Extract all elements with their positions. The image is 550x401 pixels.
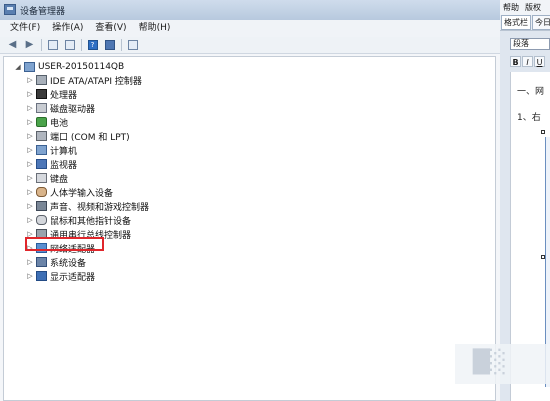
doc-line: 一、网 xyxy=(517,87,545,97)
tree-item[interactable]: ▷ 系统设备 xyxy=(26,256,87,269)
tree-item-label: 声音、视频和游戏控制器 xyxy=(50,202,150,213)
editor-menu-copyright[interactable]: 版权 xyxy=(522,2,544,13)
italic-button[interactable]: I xyxy=(522,56,533,67)
paragraph-style-select[interactable]: 段落 xyxy=(510,38,550,50)
editor-window: 帮助 版权 格式栏 今日 段落 B I U 一、网 1、右 xyxy=(500,0,550,401)
battery-icon xyxy=(36,117,47,127)
expand-icon[interactable]: ▷ xyxy=(26,174,34,182)
tree-item[interactable]: ▷ 端口 (COM 和 LPT) xyxy=(26,130,130,143)
window-title: 设备管理器 xyxy=(20,7,66,17)
device-tree-pane[interactable]: ◢ USER-20150114QB ▷ IDE ATA/ATAPI 控制器 ▷ … xyxy=(3,56,496,401)
forward-arrow-icon[interactable]: ▶ xyxy=(23,39,36,52)
computer-icon xyxy=(36,145,47,155)
tree-item[interactable]: ▷ 鼠标和其他指针设备 xyxy=(26,214,132,227)
tree-item[interactable]: ▷ 计算机 xyxy=(26,144,78,157)
help-icon[interactable]: ? xyxy=(86,39,99,52)
watermark-logo-icon: █░ xyxy=(473,350,507,375)
tree-item-label: 系统设备 xyxy=(50,258,87,269)
tree-item[interactable]: ▷ 磁盘驱动器 xyxy=(26,102,96,115)
toolbar-separator xyxy=(121,39,122,51)
tree-item-label: 端口 (COM 和 LPT) xyxy=(50,132,130,143)
tree-item-label: 键盘 xyxy=(50,174,69,185)
sound-icon xyxy=(36,201,47,211)
tree-item[interactable]: ▷ IDE ATA/ATAPI 控制器 xyxy=(26,74,142,87)
toolbar-separator xyxy=(41,39,42,51)
expand-icon[interactable]: ▷ xyxy=(26,216,34,224)
device-manager-window: 设备管理器 文件(F) 操作(A) 查看(V) 帮助(H) ◀ ▶ ? ◢ US… xyxy=(0,0,501,401)
disk-drive-icon xyxy=(36,103,47,113)
title-bar[interactable]: 设备管理器 xyxy=(0,0,500,21)
tree-item[interactable]: ▷ 监视器 xyxy=(26,158,78,171)
mouse-icon xyxy=(36,215,47,225)
expand-icon[interactable]: ▷ xyxy=(26,188,34,196)
expand-icon[interactable]: ▷ xyxy=(26,160,34,168)
highlight-box xyxy=(25,237,104,251)
editor-menu-help[interactable]: 帮助 xyxy=(500,2,522,13)
processor-icon xyxy=(36,89,47,99)
tree-item-label: 电池 xyxy=(50,118,69,129)
scan-hardware-icon[interactable] xyxy=(126,39,139,52)
ide-controller-icon xyxy=(36,75,47,85)
tree-root-label: USER-20150114QB xyxy=(38,62,125,72)
tree-item[interactable]: ▷ 显示适配器 xyxy=(26,270,96,283)
menu-file[interactable]: 文件(F) xyxy=(0,20,46,37)
bold-button[interactable]: B xyxy=(510,56,521,67)
keyboard-icon xyxy=(36,173,47,183)
resize-handle-icon[interactable] xyxy=(541,130,545,134)
port-icon xyxy=(36,131,47,141)
tree-item-label: 监视器 xyxy=(50,160,78,171)
expand-icon[interactable]: ▷ xyxy=(26,202,34,210)
view-icon[interactable] xyxy=(103,39,116,52)
menu-action[interactable]: 操作(A) xyxy=(46,20,89,37)
expand-icon[interactable]: ▷ xyxy=(26,76,34,84)
system-device-icon xyxy=(36,257,47,267)
hid-icon xyxy=(36,187,47,197)
doc-line: 1、右 xyxy=(517,113,541,123)
console-tree-icon[interactable] xyxy=(46,39,59,52)
properties-icon[interactable] xyxy=(63,39,76,52)
editor-menu-bar: 帮助 版权 xyxy=(500,0,550,16)
tree-item[interactable]: ▷ 声音、视频和游戏控制器 xyxy=(26,200,150,213)
tab-today[interactable]: 今日 xyxy=(532,15,550,30)
expand-icon[interactable]: ▷ xyxy=(26,132,34,140)
tree-root[interactable]: ◢ USER-20150114QB xyxy=(14,61,124,73)
expand-icon[interactable]: ▷ xyxy=(26,90,34,98)
tree-item-label: 计算机 xyxy=(50,146,78,157)
tree-item[interactable]: ▷ 键盘 xyxy=(26,172,69,185)
expand-icon[interactable]: ▷ xyxy=(26,146,34,154)
monitor-icon xyxy=(36,159,47,169)
tree-item-label: 处理器 xyxy=(50,90,78,101)
watermark: █░ xyxy=(455,344,550,384)
tree-item[interactable]: ▷ 人体学输入设备 xyxy=(26,186,114,199)
collapse-icon[interactable]: ◢ xyxy=(14,63,22,71)
tree-item[interactable]: ▷ 电池 xyxy=(26,116,69,129)
underline-button[interactable]: U xyxy=(534,56,545,67)
toolbar-separator xyxy=(81,39,82,51)
expand-icon[interactable]: ▷ xyxy=(26,118,34,126)
editor-tabs: 格式栏 今日 xyxy=(500,15,550,31)
tree-item-label: 人体学输入设备 xyxy=(50,188,114,199)
tab-format-bar[interactable]: 格式栏 xyxy=(501,15,531,30)
menu-view[interactable]: 查看(V) xyxy=(89,20,132,37)
menu-bar: 文件(F) 操作(A) 查看(V) 帮助(H) xyxy=(0,20,500,38)
tree-item-label: 显示适配器 xyxy=(50,272,96,283)
expand-icon[interactable]: ▷ xyxy=(26,104,34,112)
tree-item-label: 鼠标和其他指针设备 xyxy=(50,216,132,227)
menu-help[interactable]: 帮助(H) xyxy=(133,20,177,37)
format-buttons: B I U xyxy=(510,56,546,67)
tree-item[interactable]: ▷ 处理器 xyxy=(26,88,78,101)
expand-icon[interactable]: ▷ xyxy=(26,258,34,266)
toolbar: ◀ ▶ ? xyxy=(0,37,500,54)
tree-item-label: IDE ATA/ATAPI 控制器 xyxy=(50,76,142,87)
device-manager-icon xyxy=(4,4,16,15)
display-adapter-icon xyxy=(36,271,47,281)
tree-item-label: 磁盘驱动器 xyxy=(50,104,96,115)
computer-icon xyxy=(24,62,35,72)
expand-icon[interactable]: ▷ xyxy=(26,272,34,280)
back-arrow-icon[interactable]: ◀ xyxy=(6,39,19,52)
